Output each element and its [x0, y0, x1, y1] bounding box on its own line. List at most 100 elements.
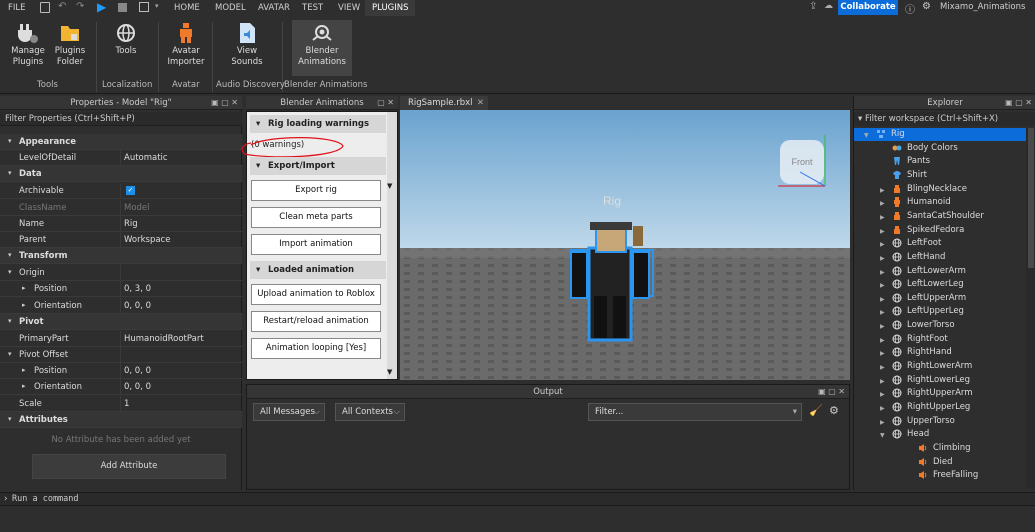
expand-arrow-icon[interactable]: ▶	[880, 361, 885, 374]
tab-rigsample[interactable]: RigSample.rbxl ✕	[400, 96, 488, 110]
property-value[interactable]: 0, 0, 0	[124, 382, 151, 392]
tab-view[interactable]: VIEW	[338, 3, 360, 13]
tab-avatar[interactable]: AVATAR	[258, 3, 290, 13]
property-value[interactable]: 0, 0, 0	[124, 301, 151, 311]
expand-arrow-icon[interactable]: ▸	[22, 366, 26, 374]
scroll-down-icon[interactable]: ▼	[387, 182, 392, 190]
explorer-item[interactable]: ▼ Head	[880, 428, 1026, 441]
expand-arrow-icon[interactable]: ▶	[880, 252, 885, 265]
explorer-item[interactable]: ▶ LeftFoot	[880, 237, 1026, 250]
expand-arrow-icon[interactable]: ▾	[8, 415, 12, 423]
property-value[interactable]: 0, 0, 0	[124, 366, 151, 376]
export-import-section[interactable]: ▾ Export/Import	[250, 157, 386, 175]
expand-arrow-icon[interactable]: ▶	[880, 334, 885, 347]
explorer-item[interactable]: ▶ LeftLowerArm	[880, 265, 1026, 278]
property-row[interactable]: ▾ Pivot Offset	[0, 347, 242, 363]
file-menu[interactable]: FILE	[8, 3, 26, 13]
explorer-item[interactable]: ▶ SantaCatShoulder	[880, 210, 1026, 223]
avatar-importer-button[interactable]: Avatar Importer	[166, 22, 206, 68]
expand-arrow-icon[interactable]: ▸	[22, 284, 26, 292]
cloud-icon[interactable]: ☁	[824, 1, 833, 11]
collapse-arrow-icon[interactable]: ▼	[880, 429, 885, 442]
explorer-item[interactable]: FreeFalling	[906, 469, 1026, 482]
explorer-item[interactable]: ▶ BlingNecklace	[880, 183, 1026, 196]
property-value[interactable]: Rig	[124, 219, 138, 229]
tab-home[interactable]: HOME	[174, 3, 200, 13]
expand-arrow-icon[interactable]: ▶	[880, 388, 885, 401]
localization-tools-button[interactable]: Tools	[106, 22, 146, 57]
property-row[interactable]: ClassName Model	[0, 199, 242, 216]
property-row[interactable]: ▸ Position 0, 0, 0	[0, 363, 242, 380]
close-icon[interactable]: ✕	[477, 96, 484, 110]
collapse-arrow-icon[interactable]: ▼	[864, 129, 869, 142]
property-value[interactable]: Model	[124, 203, 150, 213]
all-messages-dropdown[interactable]: All Messages ⌵	[253, 403, 325, 421]
archivable-checkbox[interactable]: ✓	[126, 186, 135, 196]
explorer-item[interactable]: ▶ RightUpperLeg	[880, 401, 1026, 414]
property-value[interactable]: 1	[124, 399, 129, 409]
property-value[interactable]: Workspace	[124, 235, 170, 245]
clean-meta-parts-button[interactable]: Clean meta parts	[251, 207, 381, 228]
expand-arrow-icon[interactable]: ▾	[8, 137, 12, 145]
stop-icon[interactable]	[118, 3, 127, 12]
panel-controls-icon[interactable]: ▣ ▢ ✕	[818, 385, 845, 399]
expand-arrow-icon[interactable]: ▶	[880, 347, 885, 360]
manage-plugins-button[interactable]: Manage Plugins	[8, 22, 48, 68]
scroll-down-icon[interactable]: ▼	[387, 368, 392, 376]
tab-model[interactable]: MODEL	[215, 3, 246, 13]
settings-icon[interactable]: ⚙	[922, 1, 931, 12]
expand-arrow-icon[interactable]: ▶	[880, 266, 885, 279]
property-row[interactable]: Parent Workspace	[0, 232, 242, 248]
user-name[interactable]: Mixamo_Animations	[940, 2, 1025, 12]
panel-controls-icon[interactable]: ▣ ▢ ✕	[211, 96, 238, 110]
panel-controls-icon[interactable]: ▢ ✕	[377, 96, 394, 110]
expand-arrow-icon[interactable]: ▸	[22, 382, 26, 390]
collaborate-button[interactable]: Collaborate	[838, 0, 898, 15]
explorer-item[interactable]: ▶ RightFoot	[880, 333, 1026, 346]
explorer-item[interactable]: ▶ LeftHand	[880, 251, 1026, 264]
expand-arrow-icon[interactable]: ▾	[8, 169, 12, 177]
property-section[interactable]: ▾ Data	[0, 166, 242, 183]
explorer-item[interactable]: ▶ UpperTorso	[880, 415, 1026, 428]
3d-viewport[interactable]: Rig Front	[400, 110, 850, 380]
explorer-item[interactable]: ▶ SpikedFedora	[880, 224, 1026, 237]
properties-filter-input[interactable]: Filter Properties (Ctrl+Shift+P)	[0, 112, 242, 126]
expand-arrow-icon[interactable]: ▶	[880, 225, 885, 238]
explorer-item[interactable]: ▶ LeftLowerLeg	[880, 278, 1026, 291]
save-icon[interactable]	[40, 2, 50, 13]
plugins-folder-button[interactable]: Plugins Folder	[50, 22, 90, 68]
help-icon[interactable]: ⓘ	[905, 1, 915, 16]
expand-arrow-icon[interactable]: ▶	[880, 197, 885, 210]
expand-arrow-icon[interactable]: ▶	[880, 184, 885, 197]
property-value[interactable]: 0, 3, 0	[124, 284, 151, 294]
explorer-item[interactable]: ▶ RightLowerArm	[880, 360, 1026, 373]
more-icon[interactable]: ▾	[155, 2, 159, 10]
expand-arrow-icon[interactable]: ▶	[880, 293, 885, 306]
tab-plugins[interactable]: PLUGINS	[372, 3, 409, 13]
property-section[interactable]: ▾ Pivot	[0, 313, 242, 330]
expand-arrow-icon[interactable]: ▾	[8, 317, 12, 325]
blender-animations-button[interactable]: Blender Animations	[292, 20, 352, 76]
explorer-item[interactable]: ▶ Humanoid	[880, 196, 1026, 209]
view-sounds-button[interactable]: View Sounds	[225, 22, 269, 68]
scroll-thumb[interactable]	[1028, 128, 1034, 268]
share-icon[interactable]: ⇪	[809, 1, 817, 12]
explorer-filter-input[interactable]: ▾ Filter workspace (Ctrl+Shift+X)	[854, 112, 1035, 126]
explorer-item[interactable]: Body Colors	[880, 142, 1026, 155]
tab-test[interactable]: TEST	[302, 3, 323, 13]
all-contexts-dropdown[interactable]: All Contexts ⌵	[335, 403, 405, 421]
expand-arrow-icon[interactable]: ▶	[880, 238, 885, 251]
command-input[interactable]: Run a command	[12, 494, 79, 504]
undo-icon[interactable]: ↶	[58, 1, 66, 12]
explorer-item[interactable]: ▶ LowerTorso	[880, 319, 1026, 332]
upload-animation-button[interactable]: Upload animation to Roblox	[251, 284, 381, 305]
broom-icon[interactable]: 🧹	[809, 404, 823, 417]
explorer-item-selected[interactable]: ▼ Rig	[854, 128, 1026, 141]
loaded-animation-section[interactable]: ▾ Loaded animation	[250, 261, 386, 279]
expand-arrow-icon[interactable]: ▾	[8, 268, 12, 276]
expand-arrow-icon[interactable]: ▾	[8, 350, 12, 358]
animation-looping-button[interactable]: Animation looping [Yes]	[251, 338, 381, 359]
expand-arrow-icon[interactable]: ▶	[880, 211, 885, 224]
expand-arrow-icon[interactable]: ▶	[880, 320, 885, 333]
output-filter-input[interactable]: Filter... ▾	[588, 403, 802, 421]
